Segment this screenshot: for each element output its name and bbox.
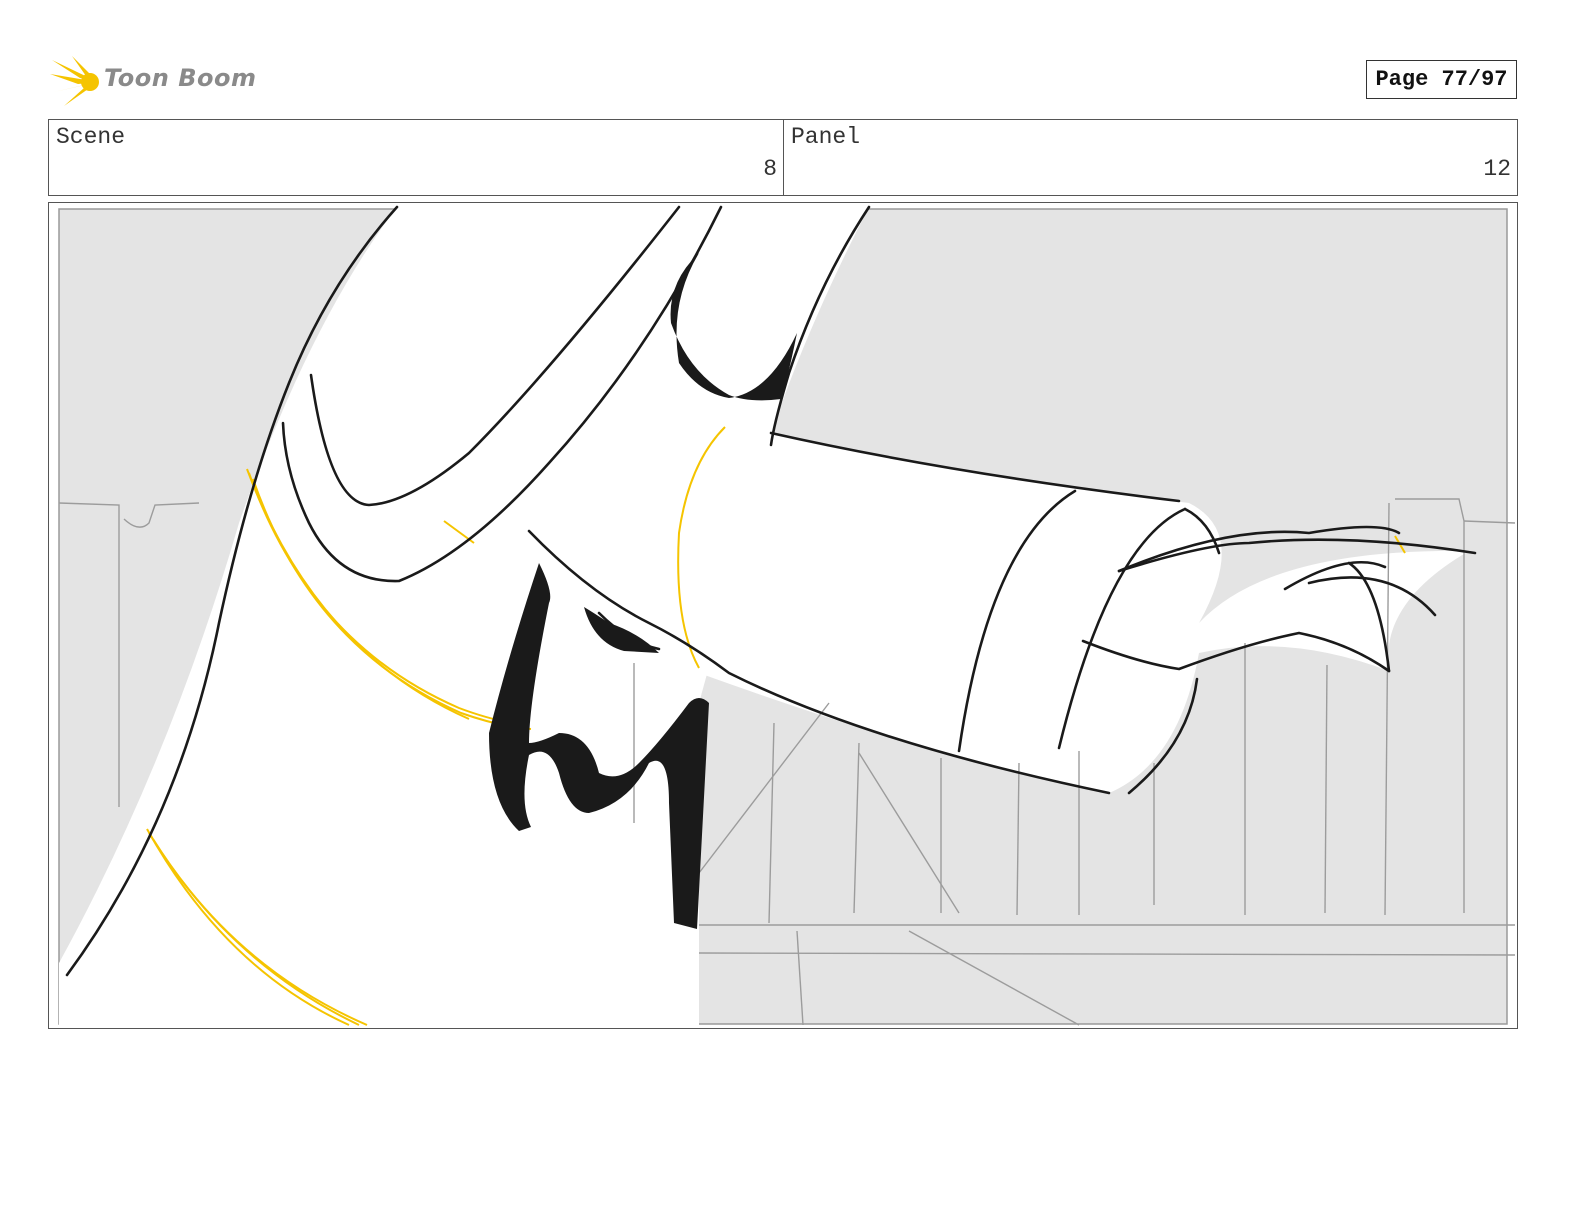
panel-cell: Panel 12	[784, 120, 1517, 195]
scene-cell: Scene 8	[49, 120, 784, 195]
page-number: Page 77/97	[1366, 60, 1517, 99]
panel-value: 12	[1483, 156, 1511, 182]
panel-label: Panel	[791, 124, 861, 150]
scene-value: 8	[763, 156, 777, 182]
logo-text: Toon Boom	[104, 64, 257, 92]
scene-panel-table: Scene 8 Panel 12	[48, 119, 1518, 196]
storyboard-panel-frame	[48, 202, 1518, 1029]
scene-label: Scene	[56, 124, 126, 150]
storyboard-sketch	[58, 205, 1516, 1028]
